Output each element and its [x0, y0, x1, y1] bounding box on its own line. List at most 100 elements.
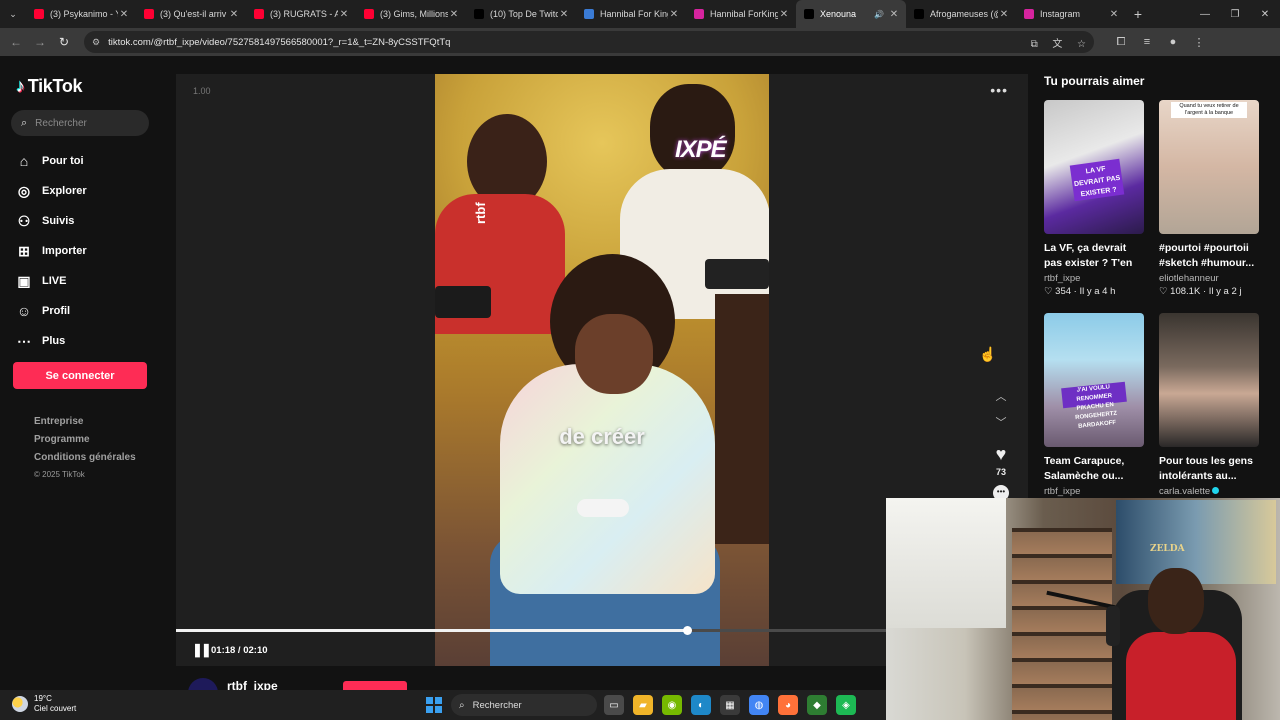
task-view-icon[interactable]: ▭: [604, 695, 624, 715]
search-input[interactable]: ⌕ Rechercher: [11, 110, 149, 136]
separator-dot: ·: [1073, 286, 1077, 297]
footer-link-programme[interactable]: Programme: [34, 434, 136, 452]
browser-tab[interactable]: (3) Gims, Millions ✕: [356, 0, 466, 28]
footer-link-entreprise[interactable]: Entreprise: [34, 416, 136, 434]
install-app-icon[interactable]: ⧉: [1031, 39, 1038, 50]
sidebar-item-profil[interactable]: ☺ Profil: [16, 296, 87, 326]
tiktok-logo[interactable]: ♪ TikTok: [16, 76, 83, 97]
close-tab-icon[interactable]: ✕: [118, 9, 130, 20]
sidebar-item-importer[interactable]: ⊞ Importer: [16, 236, 87, 266]
url-text[interactable]: tiktok.com/@rtbf_ixpe/video/752758149756…: [108, 37, 1019, 48]
close-tab-icon[interactable]: ✕: [558, 9, 570, 20]
footer-link-conditions[interactable]: Conditions générales: [34, 452, 136, 470]
suggestion-thumbnail[interactable]: Quand tu veux retirer de l'argent à la b…: [1159, 100, 1259, 234]
sidebar-item-label: LIVE: [42, 275, 67, 287]
close-tab-icon[interactable]: ✕: [1108, 9, 1120, 20]
sidebar-item-pour-toi[interactable]: ⌂ Pour toi: [16, 146, 87, 176]
browser-tab[interactable]: Xenouna 🔊 ✕: [796, 0, 906, 28]
browser-tab[interactable]: Instagram ✕: [1016, 0, 1126, 28]
suggestion-title[interactable]: Team Carapuce, Salamèche ou...: [1044, 454, 1144, 484]
file-explorer-icon[interactable]: ▰: [633, 695, 653, 715]
close-tab-icon[interactable]: ✕: [338, 9, 350, 20]
more-options-icon[interactable]: •••: [990, 82, 1008, 98]
suggestion-thumbnail[interactable]: J'AI VOULU RENOMMER PIKACHU EN RONGEHERT…: [1044, 313, 1144, 447]
windows-start-icon[interactable]: [426, 697, 442, 713]
x-icon: [474, 9, 484, 19]
copyright: © 2025 TikTok: [34, 470, 85, 479]
suggestion-author-row[interactable]: carla.valette: [1159, 486, 1259, 497]
browser-tab[interactable]: Afrogameuses (@ ✕: [906, 0, 1016, 28]
author-avatar[interactable]: [188, 678, 218, 690]
sidebar-item-suivis[interactable]: ⚇ Suivis: [16, 206, 87, 236]
extensions-icon[interactable]: ⧠: [1108, 36, 1134, 49]
close-tab-icon[interactable]: ✕: [448, 9, 460, 20]
suggestion-title[interactable]: #pourtoi #pourtoii #sketch #humour...: [1159, 241, 1259, 271]
bookmark-star-icon[interactable]: ☆: [1077, 39, 1086, 50]
suggestion-age: Il y a 2 j: [1208, 286, 1242, 297]
sidebar-item-plus[interactable]: ⋯ Plus: [16, 326, 87, 356]
browser-tab[interactable]: Hannibal For King ✕: [576, 0, 686, 28]
suggestion-author[interactable]: rtbf_ixpe: [1044, 486, 1144, 497]
suggestion-thumbnail[interactable]: LA VF DEVRAIT PAS EXISTER ?: [1044, 100, 1144, 234]
translate-icon[interactable]: 文: [1052, 39, 1062, 50]
follow-button[interactable]: [343, 681, 407, 690]
address-bar[interactable]: ⚙ tiktok.com/@rtbf_ixpe/video/7527581497…: [84, 31, 1094, 53]
app-icon[interactable]: ◆: [807, 695, 827, 715]
weather-condition: Ciel couvert: [34, 704, 77, 713]
suggestion-title[interactable]: Pour tous les gens intolérants au...: [1159, 454, 1259, 484]
next-video-icon[interactable]: ﹀: [992, 414, 1010, 440]
suggestion-author[interactable]: carla.valette: [1159, 486, 1210, 497]
author-name[interactable]: rtbf_ixpe: [227, 679, 278, 690]
suggestion-title[interactable]: La VF, ça devrait pas exister ? T'en pen…: [1044, 241, 1144, 271]
app2-icon[interactable]: ◈: [836, 695, 856, 715]
tab-audio-icon[interactable]: 🔊: [874, 10, 884, 19]
sidebar-item-live[interactable]: ▣ LIVE: [16, 266, 87, 296]
media-controls-icon[interactable]: ≡: [1134, 36, 1160, 49]
sidebar-item-label: Plus: [42, 335, 66, 347]
suggestion-card[interactable]: Pour tous les gens intolérants au... car…: [1159, 313, 1259, 497]
reload-icon[interactable]: ↻: [52, 35, 76, 49]
previous-video-icon[interactable]: ︿: [992, 388, 1010, 414]
close-tab-icon[interactable]: ✕: [998, 9, 1010, 20]
tab-search-icon[interactable]: ⌄: [0, 0, 26, 28]
edge-icon[interactable]: ◐: [691, 695, 711, 715]
profile-avatar-icon[interactable]: ●: [1160, 36, 1186, 49]
playback-speed[interactable]: 1.00: [193, 86, 211, 96]
like-icon[interactable]: ♥: [992, 444, 1010, 465]
close-window-icon[interactable]: ✕: [1250, 9, 1280, 20]
sidebar-item-explorer[interactable]: ◎ Explorer: [16, 176, 87, 206]
close-tab-icon[interactable]: ✕: [778, 9, 790, 20]
firefox-icon[interactable]: ◕: [778, 695, 798, 715]
webcam-overlay: ZELDA: [886, 498, 1280, 720]
forward-icon[interactable]: →: [28, 35, 52, 49]
new-tab-button[interactable]: +: [1126, 6, 1150, 22]
suggestion-author[interactable]: rtbf_ixpe: [1044, 273, 1144, 284]
taskbar-search[interactable]: ⌕ Rechercher: [451, 694, 597, 716]
login-button[interactable]: Se connecter: [13, 362, 147, 389]
browser-menu-icon[interactable]: ⋮: [1186, 36, 1212, 49]
nvidia-icon[interactable]: ◉: [662, 695, 682, 715]
site-info-icon[interactable]: ⚙: [92, 37, 100, 48]
close-tab-icon[interactable]: ✕: [888, 9, 900, 20]
browser-tab[interactable]: Hannibal ForKing ✕: [686, 0, 796, 28]
browser-tab[interactable]: (10) Top De Twitc ✕: [466, 0, 576, 28]
weather-icon: [12, 696, 28, 712]
weather-widget[interactable]: 19°C Ciel couvert: [12, 694, 76, 714]
suggestion-author[interactable]: eliotlehanneur: [1159, 273, 1259, 284]
back-icon[interactable]: ←: [4, 35, 28, 49]
browser-tab[interactable]: (3) Psykanimo - Y ✕: [26, 0, 136, 28]
browser-tab[interactable]: (3) Qu'est-il arriv ✕: [136, 0, 246, 28]
browser-tab[interactable]: (3) RUGRATS - A l ✕: [246, 0, 356, 28]
suggestion-card[interactable]: LA VF DEVRAIT PAS EXISTER ? La VF, ça de…: [1044, 100, 1144, 297]
video-frame[interactable]: rtbf IXPÉ de créer: [435, 74, 769, 666]
store-icon[interactable]: ▦: [720, 695, 740, 715]
suggestion-card[interactable]: Quand tu veux retirer de l'argent à la b…: [1159, 100, 1259, 297]
pause-icon[interactable]: ❚❚: [192, 642, 212, 658]
close-tab-icon[interactable]: ✕: [228, 9, 240, 20]
chrome-icon[interactable]: ◍: [749, 695, 769, 715]
suggestion-card[interactable]: J'AI VOULU RENOMMER PIKACHU EN RONGEHERT…: [1044, 313, 1144, 497]
close-tab-icon[interactable]: ✕: [668, 9, 680, 20]
suggestion-thumbnail[interactable]: [1159, 313, 1259, 447]
minimize-icon[interactable]: —: [1190, 9, 1220, 20]
restore-icon[interactable]: ❐: [1220, 9, 1250, 20]
